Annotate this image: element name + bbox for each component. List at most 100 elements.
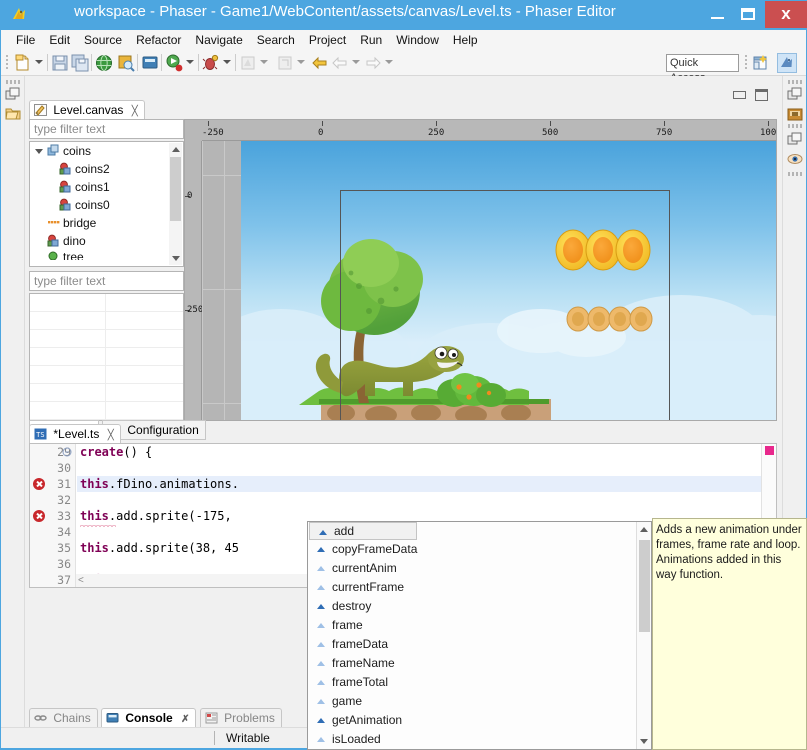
menu-item-navigate[interactable]: Navigate xyxy=(188,31,249,49)
tab-level-canvas[interactable]: Level.canvas ╳ xyxy=(29,100,145,120)
restore-icon[interactable] xyxy=(786,87,804,103)
error-marker-icon[interactable] xyxy=(33,510,45,522)
outline-filter-input[interactable]: type filter text xyxy=(29,119,184,139)
autocomplete-item-frame[interactable]: frame xyxy=(308,616,651,635)
tab-chains[interactable]: Chains xyxy=(29,708,98,728)
tab-console[interactable]: Console ✗ xyxy=(101,708,197,728)
autocomplete-scrollbar[interactable] xyxy=(636,522,651,749)
scroll-down-icon[interactable] xyxy=(640,739,648,744)
tree-item-tree[interactable]: tree xyxy=(30,250,183,260)
open-browser-icon[interactable] xyxy=(95,54,113,72)
search-resource-icon[interactable] xyxy=(117,54,135,72)
back-dropdown-icon[interactable] xyxy=(352,60,360,64)
table-row[interactable] xyxy=(30,402,183,420)
save-icon[interactable] xyxy=(51,54,69,72)
fold-collapse-icon[interactable] xyxy=(62,447,72,457)
debug-icon[interactable] xyxy=(202,54,220,72)
table-row[interactable] xyxy=(30,312,183,330)
autocomplete-item-currentanim[interactable]: currentAnim xyxy=(308,559,651,578)
expand-collapse-icon[interactable] xyxy=(35,149,43,154)
tree-item-coins0[interactable]: coins0 xyxy=(30,196,183,214)
tab-level-ts[interactable]: TS *Level.ts ╳ xyxy=(29,424,121,444)
next-annotation-icon[interactable] xyxy=(276,54,294,72)
tree-item-dino[interactable]: dino xyxy=(30,232,183,250)
autocomplete-item-getanimation[interactable]: getAnimation xyxy=(308,711,651,730)
editor-maximize-icon[interactable] xyxy=(755,89,768,101)
quick-access-input[interactable]: Quick Access xyxy=(666,54,739,84)
project-explorer-icon[interactable] xyxy=(4,106,22,122)
scroll-thumb[interactable] xyxy=(170,157,181,221)
tree-item-coins2[interactable]: coins2 xyxy=(30,160,183,178)
forward-icon[interactable] xyxy=(364,54,382,72)
table-row[interactable] xyxy=(30,294,183,312)
scroll-up-icon[interactable] xyxy=(640,527,648,532)
outline-tree-scrollbar[interactable] xyxy=(169,143,182,265)
error-marker-icon[interactable] xyxy=(33,478,45,490)
toolbar-grip[interactable] xyxy=(6,55,8,71)
autocomplete-item-framename[interactable]: frameName xyxy=(308,654,651,673)
autocomplete-item-currentframe[interactable]: currentFrame xyxy=(308,578,651,597)
restore-icon[interactable] xyxy=(4,87,22,103)
back-icon[interactable] xyxy=(331,54,349,72)
scroll-thumb[interactable] xyxy=(639,540,650,632)
fastview-grip[interactable] xyxy=(6,80,20,84)
run-dropdown-icon[interactable] xyxy=(186,60,194,64)
code-gutter[interactable]: 29 30 31 32 33 34 35 36 37 xyxy=(30,444,76,587)
autocomplete-item-add[interactable]: add xyxy=(309,522,417,540)
preview-icon[interactable] xyxy=(786,151,804,167)
properties-filter-input[interactable]: type filter text xyxy=(29,271,184,291)
autocomplete-item-frametotal[interactable]: frameTotal xyxy=(308,673,651,692)
fastview-grip[interactable] xyxy=(788,80,802,84)
menu-item-help[interactable]: Help xyxy=(446,31,485,49)
canvas-stage[interactable] xyxy=(202,141,776,420)
external-tools-dropdown-icon[interactable] xyxy=(260,60,268,64)
fastview-grip[interactable] xyxy=(788,172,802,176)
menu-item-project[interactable]: Project xyxy=(302,31,353,49)
maximize-button[interactable] xyxy=(733,0,763,28)
menu-item-run[interactable]: Run xyxy=(353,31,389,49)
toolbar-grip[interactable] xyxy=(745,55,747,71)
fastview-grip[interactable] xyxy=(788,124,802,128)
menu-item-refactor[interactable]: Refactor xyxy=(129,31,188,49)
new-file-icon[interactable] xyxy=(14,54,32,72)
minimize-button[interactable] xyxy=(703,0,733,28)
menu-item-edit[interactable]: Edit xyxy=(42,31,77,49)
autocomplete-item-isloaded[interactable]: isLoaded xyxy=(308,730,651,749)
menu-item-search[interactable]: Search xyxy=(250,31,302,49)
autocomplete-item-destroy[interactable]: destroy xyxy=(308,597,651,616)
editor-restore-icon[interactable] xyxy=(733,91,746,99)
table-row[interactable] xyxy=(30,330,183,348)
scroll-up-icon[interactable] xyxy=(172,147,180,152)
external-tools-icon[interactable] xyxy=(239,54,257,72)
canvas-viewport[interactable]: -250 0 250 500 750 100 0 250 xyxy=(184,119,777,421)
table-row[interactable] xyxy=(30,366,183,384)
menu-item-source[interactable]: Source xyxy=(77,31,129,49)
open-perspective-icon[interactable] xyxy=(751,53,771,73)
menu-item-window[interactable]: Window xyxy=(389,31,446,49)
table-row[interactable] xyxy=(30,348,183,366)
autocomplete-popup[interactable]: add copyFrameData currentAnim currentFra… xyxy=(307,521,652,750)
menu-item-file[interactable]: File xyxy=(9,31,42,49)
phaser-perspective-button[interactable] xyxy=(777,53,797,73)
tree-item-bridge[interactable]: bridge xyxy=(30,214,183,232)
next-annotation-dropdown-icon[interactable] xyxy=(297,60,305,64)
forward-dropdown-icon[interactable] xyxy=(385,60,393,64)
tree-item-coins1[interactable]: coins1 xyxy=(30,178,183,196)
last-edit-icon[interactable] xyxy=(311,54,329,72)
annotation-marker[interactable] xyxy=(765,446,774,455)
minimize-icon[interactable] xyxy=(786,132,804,148)
run-icon[interactable] xyxy=(165,54,183,72)
new-file-dropdown-icon[interactable] xyxy=(35,60,43,64)
scroll-down-icon[interactable] xyxy=(172,256,180,261)
autocomplete-item-copyframedata[interactable]: copyFrameData xyxy=(308,540,651,559)
console-icon[interactable] xyxy=(141,54,159,72)
close-button[interactable]: x xyxy=(765,1,807,28)
autocomplete-item-framedata[interactable]: frameData xyxy=(308,635,651,654)
table-row[interactable] xyxy=(30,384,183,402)
debug-dropdown-icon[interactable] xyxy=(223,60,231,64)
properties-column-separator[interactable] xyxy=(105,294,106,420)
tab-problems[interactable]: Problems xyxy=(199,708,282,728)
tree-item-coins[interactable]: coins xyxy=(30,142,183,160)
files-view-icon[interactable] xyxy=(786,106,804,122)
properties-table[interactable] xyxy=(29,293,184,421)
